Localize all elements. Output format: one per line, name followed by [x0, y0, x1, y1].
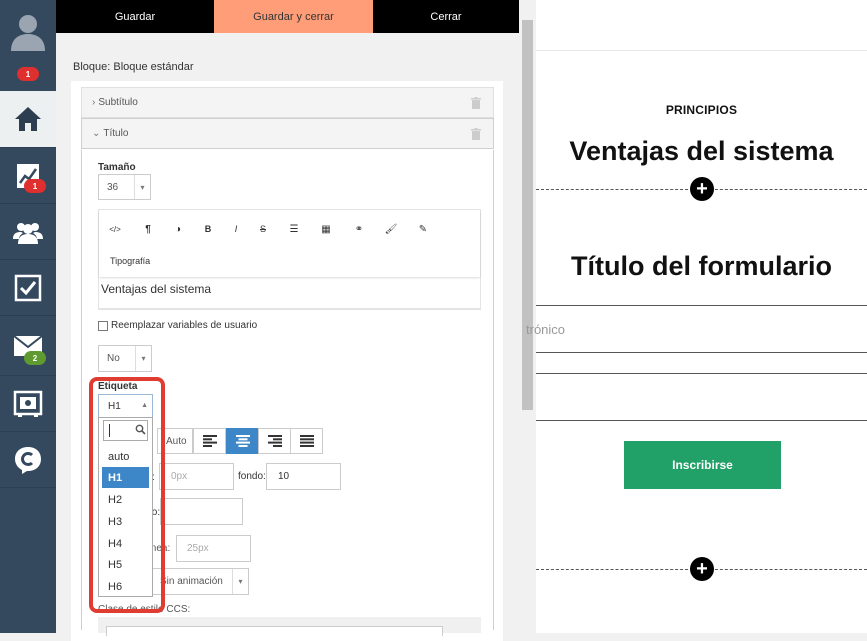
page-preview: PRINCIPIOS Ventajas del sistema + Título…	[526, 0, 867, 633]
line-height-input[interactable]: 25px	[176, 535, 251, 562]
sidebar-item-mail[interactable]: 2	[0, 316, 56, 376]
subtitle-accordion-header[interactable]: › Subtítulo	[81, 87, 494, 118]
align-left-button[interactable]	[193, 428, 226, 454]
chevron-down-icon: ⌄	[92, 128, 101, 139]
top-toolbar: Guardar Guardar y cerrar Cerrar	[56, 0, 519, 33]
save-and-close-button[interactable]: Guardar y cerrar	[214, 0, 373, 33]
preview-kicker[interactable]: PRINCIPIOS	[536, 103, 867, 117]
rich-text-editor: </> ¶ ◑ B I S ☰ ▦ ⚭ 🖌 ✎ Tipografía Venta…	[98, 209, 481, 309]
block-label: Bloque: Bloque estándar	[73, 61, 194, 73]
profile-badge: 1	[17, 67, 39, 81]
trash-icon[interactable]	[471, 128, 481, 140]
align-justify-button[interactable]	[290, 428, 323, 454]
align-right-button[interactable]	[258, 428, 291, 454]
caret-down-icon: ▾	[135, 346, 151, 371]
list-icon[interactable]: ☰	[287, 222, 301, 236]
css-class-input[interactable]	[106, 626, 443, 636]
save-button[interactable]: Guardar	[56, 0, 214, 33]
paragraph-icon[interactable]: ¶	[141, 222, 155, 236]
size-value: 36	[107, 181, 119, 193]
title-section-label: Título	[103, 128, 129, 139]
subscribe-button[interactable]: Inscribirse	[624, 441, 781, 489]
contrast-icon[interactable]: ◑	[171, 222, 185, 236]
pencil-icon[interactable]: ✎	[416, 222, 430, 236]
subtitle-section-label: Subtítulo	[98, 97, 138, 108]
margin-top-input[interactable]: 0px	[159, 463, 234, 490]
preview-heading[interactable]: Ventajas del sistema	[536, 136, 867, 167]
brush-icon[interactable]: 🖌	[384, 222, 398, 236]
close-button[interactable]: Cerrar	[373, 0, 519, 33]
margin-top-placeholder: 0px	[171, 471, 188, 482]
typography-button[interactable]: Tipografía	[110, 256, 150, 266]
align-right-icon	[267, 435, 282, 447]
users-icon	[13, 222, 43, 244]
sidebar-item-safe[interactable]	[0, 376, 56, 432]
sidebar-item-home[interactable]	[0, 91, 56, 148]
stats-badge: 1	[24, 179, 46, 193]
editor-toolbar: </> ¶ ◑ B I S ☰ ▦ ⚭ 🖌 ✎ Tipografía	[99, 210, 480, 277]
add-block-icon[interactable]: +	[690, 557, 714, 581]
sidebar-item-chat[interactable]	[0, 432, 56, 488]
table-icon[interactable]: ▦	[319, 222, 333, 236]
scrollbar-thumb[interactable]	[522, 20, 533, 410]
size-select[interactable]: 36 ▾	[98, 174, 151, 200]
size-label: Tamaño	[98, 162, 136, 173]
code-icon[interactable]: </>	[108, 222, 122, 236]
checklist-icon	[14, 274, 42, 301]
replace-vars-select[interactable]: No ▾	[98, 345, 152, 372]
bottom-input[interactable]: 10	[266, 463, 341, 490]
form-line	[536, 373, 867, 374]
align-center-button[interactable]	[226, 428, 259, 454]
add-block-icon[interactable]: +	[690, 177, 714, 201]
sidebar-item-contacts[interactable]	[0, 204, 56, 260]
home-icon	[15, 107, 41, 131]
align-left-icon	[202, 435, 217, 447]
sidebar-item-stats[interactable]: 1	[0, 148, 56, 204]
form-title[interactable]: Título del formulario	[536, 251, 867, 282]
align-justify-icon	[299, 435, 314, 447]
italic-icon[interactable]: I	[229, 222, 243, 236]
form-line	[536, 420, 867, 421]
editor-text-content[interactable]: Ventajas del sistema	[101, 282, 211, 296]
sidebar-profile[interactable]	[0, 0, 56, 62]
form-line	[536, 305, 867, 306]
caret-down-icon: ▾	[232, 569, 248, 594]
animation-value: Sin animación	[160, 576, 223, 587]
strikethrough-icon[interactable]: S	[256, 222, 270, 236]
avatar-icon	[11, 15, 45, 51]
auto-label: Auto	[166, 435, 187, 447]
highlight-frame	[89, 377, 165, 613]
title-accordion-header[interactable]: ⌄ Título	[81, 118, 494, 149]
link-icon[interactable]: ⚭	[352, 222, 366, 236]
align-center-icon	[235, 435, 250, 447]
replace-vars-checkbox[interactable]	[98, 321, 108, 331]
bottom-label: fondo:	[238, 471, 266, 482]
trash-icon[interactable]	[471, 97, 481, 109]
bottom-value: 10	[278, 471, 290, 482]
no-select-value: No	[107, 353, 120, 364]
preview-divider	[536, 50, 867, 51]
replace-vars-label: Reemplazar variables de usuario	[111, 320, 258, 331]
chat-logo-icon	[15, 446, 41, 474]
form-line	[536, 352, 867, 353]
sidebar-item-tasks[interactable]	[0, 260, 56, 316]
line-height-placeholder: 25px	[187, 543, 209, 554]
safe-icon	[13, 390, 43, 417]
mail-badge: 2	[24, 351, 46, 365]
bold-icon[interactable]: B	[201, 222, 215, 236]
caret-down-icon: ▾	[134, 175, 150, 199]
height-input[interactable]	[160, 498, 243, 525]
sidebar: 1 1 2	[0, 0, 56, 633]
chevron-right-icon: ›	[92, 97, 96, 108]
email-field[interactable]: trónico	[526, 322, 565, 337]
